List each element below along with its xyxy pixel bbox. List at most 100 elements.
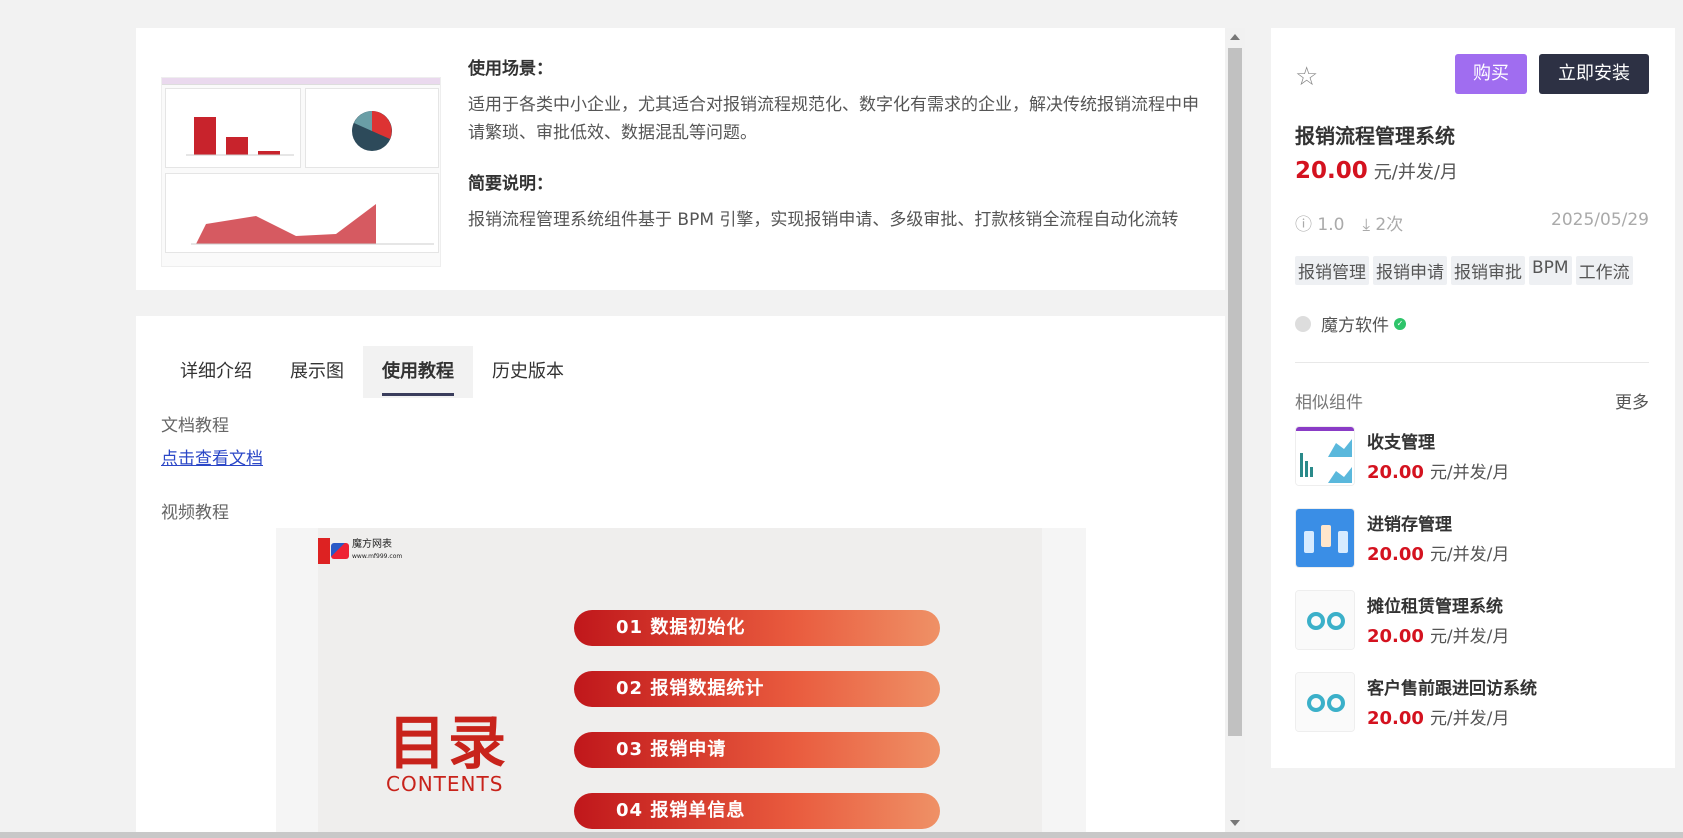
- product-meta: ⓘ 1.0 ⤓ 2次 2025/05/29: [1295, 210, 1649, 235]
- similar-heading: 相似组件: [1295, 393, 1363, 413]
- author[interactable]: 魔方软件 ✓: [1295, 311, 1406, 336]
- similar-thumbnail: [1295, 672, 1355, 732]
- thumbnail-bar-chart: [165, 88, 301, 168]
- similar-thumbnail: [1295, 590, 1355, 650]
- area-chart-icon: [191, 204, 434, 245]
- detail-tabs: 详细介绍 展示图 使用教程 历史版本: [161, 346, 583, 398]
- slide-item-1: 01 数据初始化: [574, 610, 940, 646]
- brief-heading: 简要说明：: [468, 174, 553, 194]
- similar-price-value: 20.00: [1367, 626, 1424, 647]
- doc-tutorial-label: 文档教程: [161, 416, 229, 436]
- similar-item[interactable]: 收支管理 20.00 元/并发/月: [1295, 426, 1655, 486]
- product-price: 20.00 元/并发/月: [1295, 158, 1458, 184]
- logo-bar: [318, 538, 330, 564]
- buy-button[interactable]: 购买: [1455, 54, 1527, 94]
- detail-card: 详细介绍 展示图 使用教程 历史版本 文档教程 点击查看文档 视频教程 魔方网表…: [136, 316, 1225, 838]
- tag[interactable]: 工作流: [1575, 256, 1633, 285]
- similar-thumbnail: [1295, 426, 1355, 486]
- similar-name: 收支管理: [1367, 433, 1435, 453]
- price-value: 20.00: [1295, 158, 1368, 184]
- slide-title: 目录: [388, 709, 509, 777]
- slide-item-2: 02 报销数据统计: [574, 671, 940, 707]
- video-player[interactable]: 魔方网表 www.mf999.com 目录 CONTENTS 01 数据初始化 …: [276, 528, 1086, 838]
- similar-price-unit: 元/并发/月: [1429, 545, 1510, 565]
- product-tags: 报销管理 报销申请 报销审批 BPM 工作流: [1295, 256, 1633, 285]
- tab-detail-intro[interactable]: 详细介绍: [161, 346, 271, 398]
- similar-price-value: 20.00: [1367, 708, 1424, 729]
- logo-url: www.mf999.com: [352, 553, 403, 560]
- tab-screenshots[interactable]: 展示图: [271, 346, 363, 398]
- similar-price-unit: 元/并发/月: [1429, 627, 1510, 647]
- finance-chart-icon: [1296, 427, 1354, 485]
- info-icon: ⓘ: [1295, 215, 1312, 235]
- video-slide: 魔方网表 www.mf999.com 目录 CONTENTS 01 数据初始化 …: [318, 528, 1042, 838]
- scroll-down-icon[interactable]: [1230, 820, 1240, 826]
- avatar: [1295, 315, 1311, 332]
- donut-chart-icon: [1296, 591, 1354, 649]
- similar-price-unit: 元/并发/月: [1429, 709, 1510, 729]
- version-info: ⓘ 1.0: [1295, 210, 1344, 235]
- similar-price-value: 20.00: [1367, 462, 1424, 483]
- slide-item-4: 04 报销单信息: [574, 793, 940, 829]
- thumbnail-area-chart: [165, 173, 439, 253]
- tag[interactable]: 报销申请: [1373, 256, 1447, 285]
- author-name: 魔方软件: [1321, 316, 1389, 336]
- more-link[interactable]: 更多: [1615, 388, 1649, 413]
- similar-name: 摊位租赁管理系统: [1367, 597, 1503, 617]
- preview-thumbnail[interactable]: [161, 77, 441, 267]
- verified-icon: ✓: [1394, 317, 1406, 330]
- donut-chart-icon: [1296, 673, 1354, 731]
- logo-text: 魔方网表 www.mf999.com: [352, 539, 402, 563]
- similar-thumbnail: [1295, 508, 1355, 568]
- logo-name: 魔方网表: [352, 539, 392, 550]
- install-button[interactable]: 立即安装: [1539, 54, 1649, 94]
- view-doc-link[interactable]: 点击查看文档: [161, 444, 263, 469]
- scroll-thumb[interactable]: [1228, 48, 1242, 736]
- overview-description: 使用场景： 适用于各类中小企业，尤其适合对报销流程规范化、数字化有需求的企业，解…: [468, 54, 1208, 256]
- tag[interactable]: BPM: [1529, 256, 1572, 285]
- download-count: 2次: [1375, 215, 1404, 235]
- scenario-heading: 使用场景：: [468, 59, 553, 79]
- similar-item[interactable]: 摊位租赁管理系统 20.00 元/并发/月: [1295, 590, 1655, 650]
- taskbar: [0, 832, 1683, 838]
- publish-date: 2025/05/29: [1551, 210, 1649, 230]
- tag[interactable]: 报销管理: [1295, 256, 1369, 285]
- inventory-icon: [1296, 509, 1354, 567]
- download-icon: ⤓: [1362, 215, 1370, 235]
- product-sidebar: ☆ 购买 立即安装 报销流程管理系统 20.00 元/并发/月 ⓘ 1.0 ⤓ 2…: [1271, 28, 1675, 768]
- divider: [1295, 362, 1649, 363]
- scroll-up-icon[interactable]: [1230, 34, 1240, 40]
- slide-logo: 魔方网表 www.mf999.com: [318, 538, 402, 564]
- overview-card: 使用场景： 适用于各类中小企业，尤其适合对报销流程规范化、数字化有需求的企业，解…: [136, 28, 1225, 290]
- similar-price: 20.00 元/并发/月: [1367, 704, 1509, 729]
- brief-text: 报销流程管理系统组件基于 BPM 引擎，实现报销申请、多级审批、打款核销全流程自…: [468, 210, 1179, 230]
- price-unit: 元/并发/月: [1373, 162, 1458, 183]
- pie-chart-icon: [352, 111, 392, 151]
- slide-subtitle: CONTENTS: [386, 772, 504, 796]
- video-tutorial-label: 视频教程: [161, 503, 229, 523]
- thumbnail-pie-chart: [305, 88, 439, 168]
- similar-name: 客户售前跟进回访系统: [1367, 679, 1537, 699]
- similar-price-unit: 元/并发/月: [1429, 463, 1510, 483]
- similar-price: 20.00 元/并发/月: [1367, 622, 1509, 647]
- favorite-star-icon[interactable]: ☆: [1295, 62, 1318, 92]
- similar-price: 20.00 元/并发/月: [1367, 540, 1509, 565]
- similar-item[interactable]: 客户售前跟进回访系统 20.00 元/并发/月: [1295, 672, 1655, 732]
- version-value: 1.0: [1317, 215, 1345, 235]
- bar-chart-icon: [186, 117, 294, 156]
- scenario-text: 适用于各类中小企业，尤其适合对报销流程规范化、数字化有需求的企业，解决传统报销流…: [468, 95, 1199, 143]
- tab-history[interactable]: 历史版本: [473, 346, 583, 398]
- logo-icon: [331, 543, 349, 559]
- slide-item-3: 03 报销申请: [574, 732, 940, 768]
- page: 使用场景： 适用于各类中小企业，尤其适合对报销流程规范化、数字化有需求的企业，解…: [0, 0, 1683, 838]
- thumbnail-header: [162, 78, 440, 85]
- similar-price-value: 20.00: [1367, 544, 1424, 565]
- product-title: 报销流程管理系统: [1295, 124, 1455, 148]
- similar-item[interactable]: 进销存管理 20.00 元/并发/月: [1295, 508, 1655, 568]
- download-info: ⤓ 2次: [1362, 210, 1403, 235]
- similar-name: 进销存管理: [1367, 515, 1452, 535]
- similar-price: 20.00 元/并发/月: [1367, 458, 1509, 483]
- main-scrollbar[interactable]: [1225, 28, 1245, 832]
- tag[interactable]: 报销审批: [1451, 256, 1525, 285]
- tab-tutorial[interactable]: 使用教程: [363, 346, 473, 398]
